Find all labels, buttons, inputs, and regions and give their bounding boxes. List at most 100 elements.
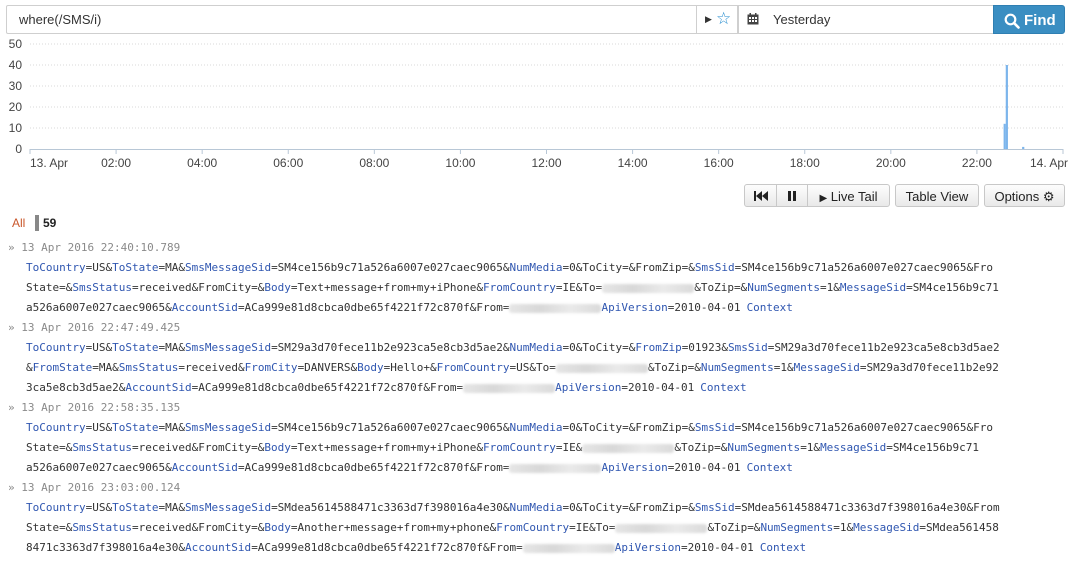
histogram-chart: 01020304050 13. Apr 02:00 04:00 06:00 08:00 1… (9, 37, 1068, 170)
field-key[interactable]: Body (264, 281, 291, 294)
field-value: =SM29a3d70fece11b2e92 (859, 361, 999, 374)
field-value: =0&ToCity=&FromZip=& (562, 261, 695, 274)
histogram-bar[interactable] (1003, 123, 1006, 149)
y-tick-label: 10 (9, 121, 23, 135)
field-value: =1& (773, 361, 794, 374)
field-key[interactable]: ApiVersion (555, 381, 621, 394)
context-link[interactable]: Context (747, 461, 793, 474)
options-button[interactable]: Options ⚙ (984, 184, 1065, 207)
field-value: =MA& (92, 361, 119, 374)
star-icon[interactable]: ☆ (716, 8, 731, 30)
field-key[interactable]: ToCountry (26, 501, 86, 514)
field-key[interactable]: ToState (112, 341, 158, 354)
field-value: =0&ToCity=&FromZip=& (562, 421, 695, 434)
field-key[interactable]: FromCountry (483, 281, 556, 294)
field-key[interactable]: NumSegments (727, 441, 800, 454)
field-key[interactable]: NumSegments (747, 281, 820, 294)
field-key[interactable]: NumSegments (701, 361, 774, 374)
field-key[interactable]: MessageSid (840, 281, 906, 294)
field-key[interactable]: NumMedia (509, 501, 562, 514)
field-key[interactable]: SmsSid (728, 341, 768, 354)
field-key[interactable]: SmsStatus (72, 441, 132, 454)
field-value: &ToZip=& (647, 361, 701, 374)
pause-button[interactable] (776, 184, 808, 207)
histogram-bar[interactable] (1005, 65, 1008, 149)
field-key[interactable]: NumMedia (509, 421, 562, 434)
field-key[interactable]: Body (264, 521, 291, 534)
chart-grid (30, 43, 1063, 129)
field-value: =SMdea561458 (919, 521, 999, 534)
date-range-picker[interactable]: Yesterday (738, 5, 994, 34)
field-key[interactable]: MessageSid (853, 521, 919, 534)
context-link[interactable]: Context (747, 301, 793, 314)
field-key[interactable]: AccountSid (125, 381, 191, 394)
field-key[interactable]: SmsMessageSid (185, 501, 271, 514)
field-key[interactable]: Body (357, 361, 384, 374)
x-tick-label: 18:00 (790, 156, 820, 170)
log-entry[interactable]: » 13 Apr 2016 23:03:00.124 ToCountry=US&T… (0, 478, 1082, 558)
histogram-bar[interactable] (1022, 146, 1025, 149)
field-key[interactable]: AccountSid (172, 301, 238, 314)
field-key[interactable]: SmsMessageSid (185, 261, 271, 274)
context-link[interactable]: Context (700, 381, 746, 394)
log-entry[interactable]: » 13 Apr 2016 22:40:10.789 ToCountry=US&T… (0, 238, 1082, 318)
field-key[interactable]: ToState (112, 421, 158, 434)
rewind-button[interactable] (744, 184, 777, 207)
field-key[interactable]: SmsSid (695, 261, 735, 274)
field-key[interactable]: AccountSid (185, 541, 251, 554)
field-value: a526a6007e027caec9065& (26, 301, 172, 314)
field-key[interactable]: SmsMessageSid (185, 421, 271, 434)
field-key[interactable]: MessageSid (820, 441, 886, 454)
run-query-icon[interactable]: ▶ (705, 14, 712, 25)
options-label: Options (994, 189, 1040, 204)
field-key[interactable]: NumMedia (509, 341, 562, 354)
field-key[interactable]: FromCountry (437, 361, 510, 374)
field-value: =SM4ce156b9c71a526a6007e027caec9065&Fro (734, 261, 993, 274)
field-key[interactable]: ToCountry (26, 421, 86, 434)
field-key[interactable]: FromZip (635, 341, 681, 354)
field-key[interactable]: ToState (112, 261, 158, 274)
field-key[interactable]: SmsStatus (72, 281, 132, 294)
field-key[interactable]: SmsMessageSid (185, 341, 271, 354)
field-key[interactable]: MessageSid (794, 361, 860, 374)
x-tick-label: 16:00 (704, 156, 734, 170)
field-value: =SMdea5614588471c3363d7f398016a4e30& (271, 501, 510, 514)
field-key[interactable]: ToState (112, 501, 158, 514)
find-button[interactable]: Find (993, 5, 1065, 34)
log-entry[interactable]: » 13 Apr 2016 22:58:35.135 ToCountry=US&T… (0, 398, 1082, 478)
field-key[interactable]: SmsStatus (72, 521, 132, 534)
y-tick-label: 20 (9, 100, 23, 114)
field-value: =MA& (158, 341, 185, 354)
field-value: =2010-04-01 (621, 381, 695, 394)
table-view-label: Table View (905, 189, 969, 204)
field-key[interactable]: ToCountry (26, 341, 86, 354)
field-key[interactable]: Body (264, 441, 291, 454)
field-key[interactable]: ToCountry (26, 261, 86, 274)
filter-all-link[interactable]: All (12, 216, 25, 230)
field-value: =ACa999e81d8cbca0dbe65f4221f72c870f&From… (237, 301, 510, 314)
field-key[interactable]: SmsSid (695, 501, 735, 514)
field-key[interactable]: ApiVersion (615, 541, 681, 554)
live-tail-button[interactable]: ▶ Live Tail (807, 184, 890, 207)
search-icon (1004, 13, 1020, 29)
field-key[interactable]: ApiVersion (601, 461, 667, 474)
field-key[interactable]: SmsSid (695, 421, 735, 434)
field-key[interactable]: ApiVersion (601, 301, 667, 314)
field-value: =01923& (681, 341, 729, 354)
field-key[interactable]: FromCountry (483, 441, 556, 454)
field-key[interactable]: FromCity (245, 361, 298, 374)
field-key[interactable]: SmsStatus (119, 361, 179, 374)
table-view-button[interactable]: Table View (895, 184, 979, 207)
field-key[interactable]: AccountSid (172, 461, 238, 474)
log-entry[interactable]: » 13 Apr 2016 22:47:49.425 ToCountry=US&T… (0, 318, 1082, 398)
query-input[interactable]: where(/SMS/i) (6, 5, 709, 34)
field-value: =Another+message+from+my+phone& (290, 521, 497, 534)
field-key[interactable]: NumSegments (760, 521, 833, 534)
context-link[interactable]: Context (760, 541, 806, 554)
field-value: =MA& (158, 421, 185, 434)
redacted-phone-number (509, 303, 602, 313)
y-tick-label: 50 (9, 37, 23, 51)
field-key[interactable]: FromCountry (496, 521, 569, 534)
field-key[interactable]: FromState (33, 361, 93, 374)
field-key[interactable]: NumMedia (509, 261, 562, 274)
